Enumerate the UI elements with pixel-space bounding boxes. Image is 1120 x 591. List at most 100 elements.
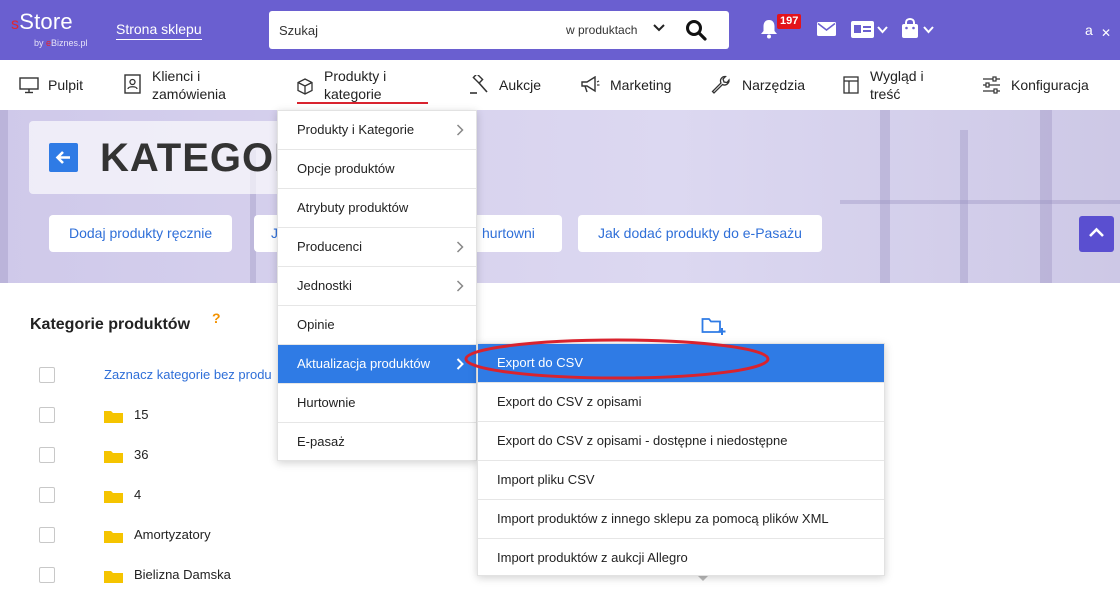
submenu-item-import-xml[interactable]: Import produktów z innego sklepu za pomo… (478, 500, 884, 539)
shop-link[interactable]: Strona sklepu (116, 21, 202, 40)
menu-item-produkty-i-kategorie[interactable]: Produkty i Kategorie (278, 111, 476, 150)
folder-icon (104, 411, 123, 423)
layout-icon (843, 76, 859, 94)
banner-decoration (840, 200, 1120, 204)
banner-decoration (1040, 110, 1052, 283)
nav-label: Konfiguracja (1011, 77, 1089, 93)
page-banner: KATEGOR Dodaj produkty ręcznie J hurtown… (0, 110, 1120, 283)
nav-item-pulpit[interactable]: Pulpit (19, 60, 99, 110)
menu-item-label: Hurtownie (297, 395, 356, 410)
add-folder-icon[interactable] (701, 316, 728, 336)
category-name[interactable]: 36 (134, 447, 148, 462)
nav-item-konfiguracja[interactable]: Konfiguracja (982, 60, 1097, 110)
folder-icon (104, 571, 123, 583)
menu-item-hurtownie[interactable]: Hurtownie (278, 384, 476, 423)
nav-label: Pulpit (48, 77, 84, 93)
help-pill[interactable]: hurtowni (462, 215, 562, 252)
folder-icon (104, 491, 123, 503)
category-row[interactable]: 36 (0, 446, 300, 466)
chevron-right-icon (456, 280, 464, 292)
mail-icon[interactable] (817, 22, 836, 36)
section-title: Kategorie produktów (30, 316, 191, 333)
gavel-icon (470, 75, 488, 94)
menu-item-aktualizacja-produktow[interactable]: Aktualizacja produktów (278, 345, 476, 384)
help-pill[interactable]: Dodaj produkty ręcznie (49, 215, 233, 252)
nav-label: zamówienia (152, 86, 226, 102)
shopping-bag-icon[interactable] (901, 18, 919, 39)
search-input[interactable] (279, 20, 549, 40)
category-row[interactable]: Amortyzatory (0, 526, 300, 546)
category-name[interactable]: 4 (134, 487, 141, 502)
client-card-icon (124, 74, 141, 94)
logo-wordmark: sStore (11, 9, 73, 34)
logo[interactable]: sStore by eBiznes.pl (11, 9, 101, 53)
checkbox[interactable] (39, 527, 55, 543)
scroll-top-button[interactable] (1079, 216, 1114, 252)
help-icon[interactable]: ? (212, 310, 221, 326)
nav-label: Marketing (610, 77, 672, 93)
checkbox[interactable] (39, 567, 55, 583)
logo-tagline: by eBiznes.pl (34, 38, 88, 48)
banner-decoration (880, 110, 890, 283)
category-name[interactable]: Bielizna Damska (134, 567, 231, 582)
menu-item-label: Produkty i Kategorie (297, 122, 415, 137)
back-button[interactable] (49, 143, 78, 172)
nav-label: kategorie (324, 86, 382, 102)
submenu-item-import-csv[interactable]: Import pliku CSV (478, 461, 884, 500)
wrench-icon (711, 75, 730, 94)
main-nav: Pulpit Klienci i zamówienia Produkty i k… (0, 60, 1120, 110)
category-name[interactable]: Amortyzatory (134, 527, 211, 542)
id-card-icon[interactable] (851, 21, 874, 38)
help-pill[interactable]: Jak dodać produkty do e-Pasażu (578, 215, 822, 252)
category-row[interactable]: 15 (0, 406, 300, 426)
menu-item-producenci[interactable]: Producenci (278, 228, 476, 267)
search-icon[interactable] (685, 19, 707, 41)
annotation-ellipse (464, 338, 770, 380)
top-bar: sStore by eBiznes.pl Strona sklepu w pro… (0, 0, 1120, 60)
user-menu[interactable]: a (1085, 22, 1093, 38)
submenu-item-label: Export do CSV z opisami - dostępne i nie… (497, 433, 788, 448)
nav-item-klienci[interactable]: Klienci i zamówienia (124, 60, 254, 110)
banner-decoration (0, 110, 8, 283)
category-row[interactable]: Bielizna Damska (0, 566, 300, 586)
category-row[interactable]: 4 (0, 486, 300, 506)
menu-item-opinie[interactable]: Opinie (278, 306, 476, 345)
submenu-item-export-csv-descriptions[interactable]: Export do CSV z opisami (478, 383, 884, 422)
select-empty-row: Zaznacz kategorie bez produ (0, 366, 300, 386)
menu-item-jednostki[interactable]: Jednostki (278, 267, 476, 306)
bell-icon[interactable] (760, 19, 778, 39)
menu-item-label: Opcje produktów (297, 161, 395, 176)
nav-label: Produkty i (324, 68, 387, 84)
submenu-item-export-csv-available[interactable]: Export do CSV z opisami - dostępne i nie… (478, 422, 884, 461)
menu-item-opcje-produktow[interactable]: Opcje produktów (278, 150, 476, 189)
checkbox[interactable] (39, 487, 55, 503)
submenu-item-label: Export do CSV z opisami (497, 394, 642, 409)
chevron-down-icon[interactable] (923, 25, 934, 34)
folder-icon (104, 451, 123, 463)
folder-icon (104, 531, 123, 543)
search-scope-select[interactable]: w produktach (566, 23, 637, 37)
chevron-down-icon[interactable] (653, 21, 665, 35)
select-empty-categories-link[interactable]: Zaznacz kategorie bez produ (104, 367, 272, 382)
nav-item-narzedzia[interactable]: Narzędzia (711, 60, 811, 110)
category-name[interactable]: 15 (134, 407, 148, 422)
checkbox[interactable] (39, 367, 55, 383)
nav-item-marketing[interactable]: Marketing (580, 60, 680, 110)
nav-item-wyglad[interactable]: Wygląd i treść (843, 60, 943, 110)
chevron-down-icon[interactable] (877, 25, 888, 34)
checkbox[interactable] (39, 407, 55, 423)
banner-decoration (960, 130, 968, 283)
checkbox[interactable] (39, 447, 55, 463)
close-icon[interactable]: ✕ (1101, 26, 1111, 40)
menu-item-atrybuty-produktow[interactable]: Atrybuty produktów (278, 189, 476, 228)
sliders-icon (983, 76, 1000, 94)
menu-item-e-pasaz[interactable]: E-pasaż (278, 423, 476, 462)
menu-item-label: Opinie (297, 317, 335, 332)
menu-item-label: E-pasaż (297, 434, 345, 449)
search-box: w produktach (269, 11, 729, 49)
nav-item-aukcje[interactable]: Aukcje (469, 60, 549, 110)
submenu-item-import-allegro[interactable]: Import produktów z aukcji Allegro (478, 539, 884, 578)
menu-item-label: Jednostki (297, 278, 352, 293)
megaphone-icon (581, 76, 600, 93)
box-icon (297, 78, 313, 95)
